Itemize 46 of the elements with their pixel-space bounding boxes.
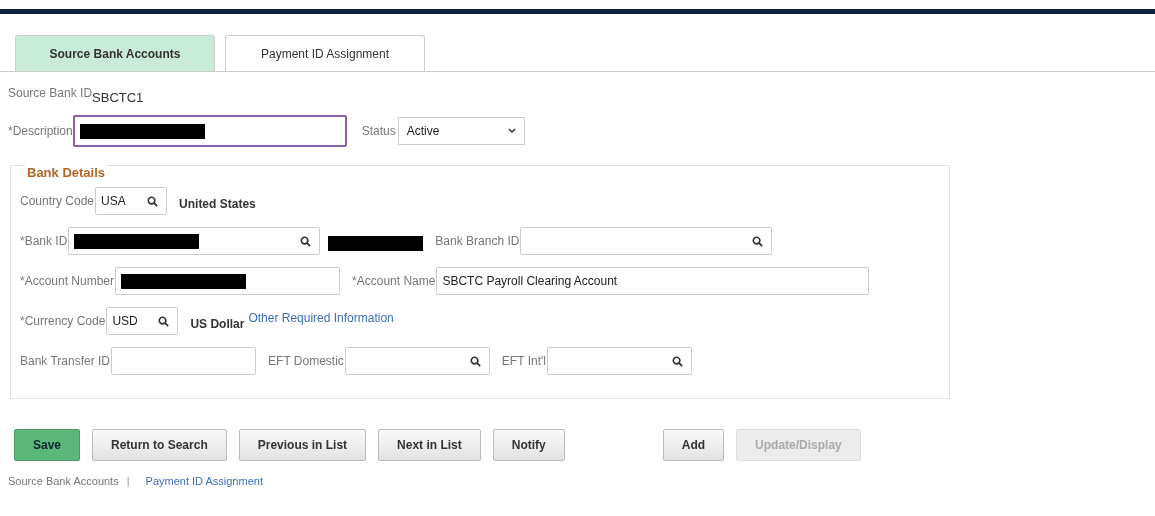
action-button[interactable]: Add [662, 429, 725, 461]
input-field[interactable] [115, 267, 341, 295]
field-label: EFT Int'l [501, 354, 546, 368]
lookup-field[interactable]: USD [106, 307, 179, 335]
lookup-field[interactable]: USA [95, 187, 168, 215]
action-button[interactable]: Notify [492, 429, 565, 461]
field-label: *Bank ID [20, 234, 68, 248]
search-icon[interactable] [158, 315, 170, 327]
field-label: Source Bank ID [8, 86, 93, 100]
footer-link[interactable]: Source Bank Accounts [8, 475, 119, 487]
tab[interactable]: Source Bank Accounts [15, 35, 215, 71]
action-button[interactable]: Previous in List [238, 429, 367, 461]
input-field[interactable] [111, 347, 257, 375]
field-label: Bank Transfer ID [20, 354, 111, 368]
search-icon[interactable] [147, 195, 159, 207]
action-button[interactable]: Return to Search [92, 429, 227, 461]
field-value: SBCTC1 [92, 90, 144, 105]
action-button[interactable]: Next in List [378, 429, 481, 461]
description-text: US Dollar [190, 317, 245, 331]
lookup-field[interactable] [546, 347, 692, 375]
group-title: Bank Details [25, 165, 108, 180]
search-icon[interactable] [671, 355, 683, 367]
lookup-field[interactable] [344, 347, 490, 375]
description-field[interactable] [72, 115, 347, 147]
lookup-field[interactable] [68, 227, 321, 255]
chevron-icon [507, 128, 516, 134]
separator: | [126, 475, 130, 487]
field-label: Country Code [20, 194, 95, 208]
field-label: Status [361, 124, 396, 138]
field-label: *Account Number [20, 274, 115, 288]
link[interactable]: Other Required Information [248, 311, 394, 325]
field-label: *Description [8, 124, 73, 138]
description-text: United States [179, 197, 256, 211]
lookup-field[interactable] [520, 227, 773, 255]
action-button[interactable]: Save [14, 429, 81, 461]
search-icon[interactable] [752, 235, 764, 247]
input-field[interactable]: SBCTC Payroll Clearing Account [436, 267, 870, 295]
field-label: *Account Name [352, 274, 436, 288]
status-dropdown[interactable]: Active [397, 117, 525, 145]
footer-link[interactable]: Payment ID Assignment [145, 475, 263, 487]
search-icon[interactable] [300, 235, 312, 247]
field-label: Bank Branch ID [435, 234, 520, 248]
tab[interactable]: Payment ID Assignment [225, 35, 425, 71]
field-label: EFT Domestic [268, 354, 344, 368]
field-label: *Currency Code [20, 314, 106, 328]
search-icon[interactable] [469, 355, 481, 367]
